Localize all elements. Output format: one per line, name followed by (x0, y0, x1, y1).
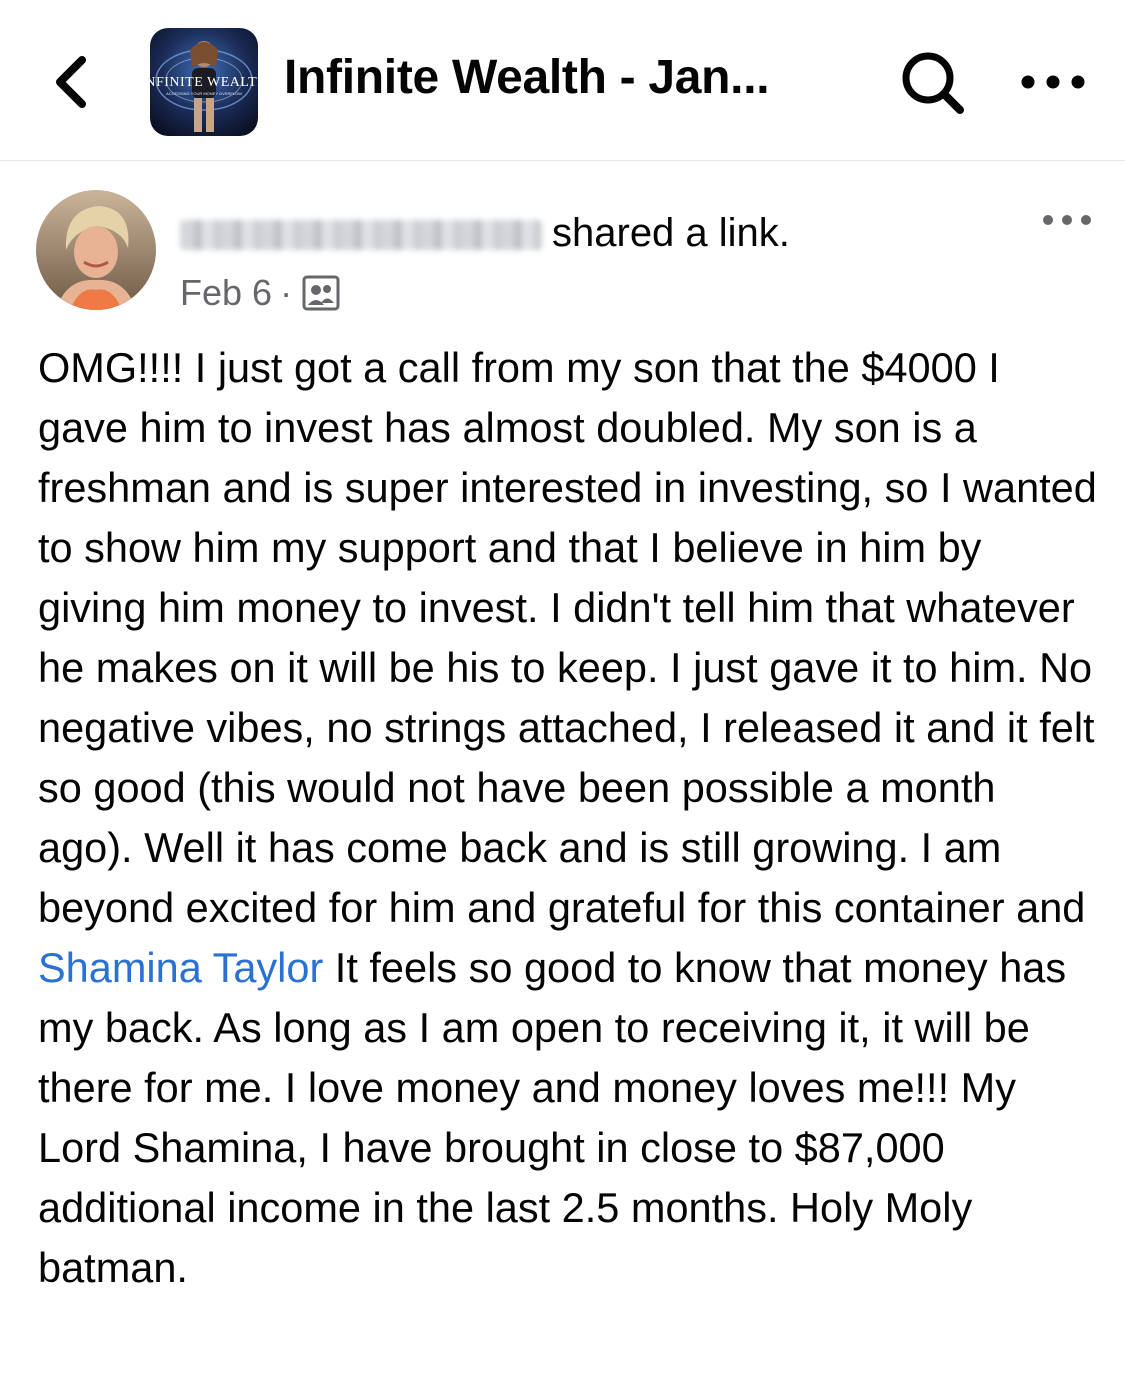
group-cover-thumbnail[interactable]: INFINITE WEALTH ACCESSING YOUR MONEY OVE… (150, 28, 258, 136)
post-body: OMG!!!! I just got a call from my son th… (38, 338, 1098, 1298)
search-icon (902, 52, 964, 114)
more-horizontal-icon (1021, 75, 1085, 89)
author-avatar[interactable] (36, 190, 156, 310)
mention-link[interactable]: Shamina Taylor (38, 944, 323, 991)
group-thumb-title: INFINITE WEALTH (150, 75, 258, 90)
post-action-text: shared a link. (552, 211, 790, 255)
group-members-icon (302, 274, 340, 311)
back-button[interactable] (48, 52, 98, 112)
post-meta: Feb 6 · (180, 268, 340, 318)
post-text-part2: It feels so good to know that money has … (38, 944, 1067, 1291)
post-text-part1: OMG!!!! I just got a call from my son th… (38, 344, 1097, 931)
search-button[interactable] (898, 50, 968, 116)
group-thumb-subtitle: ACCESSING YOUR MONEY OVERFLOW (166, 91, 242, 96)
group-more-button[interactable] (1018, 62, 1088, 102)
group-header: INFINITE WEALTH ACCESSING YOUR MONEY OVE… (0, 0, 1125, 161)
group-title[interactable]: Infinite Wealth - Jan... (284, 50, 844, 105)
more-horizontal-icon (1043, 215, 1091, 225)
post-date[interactable]: Feb 6 (180, 272, 272, 313)
post-more-button[interactable] (1040, 205, 1094, 235)
meta-separator: · (280, 272, 293, 313)
post-author-line: shared a link. (180, 206, 790, 260)
author-name-blurred[interactable] (180, 220, 542, 251)
chevron-left-icon (56, 56, 86, 108)
